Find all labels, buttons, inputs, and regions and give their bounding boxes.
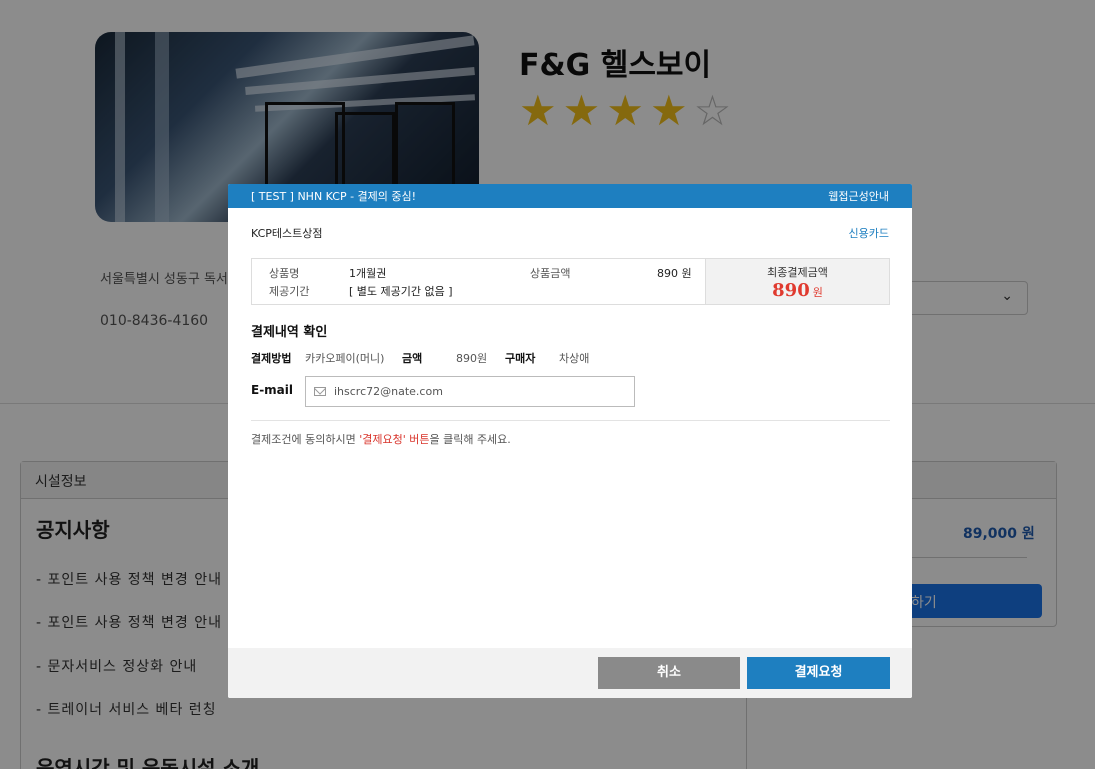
buyer-value: 차상애 <box>559 352 590 365</box>
section-title: 결제내역 확인 <box>251 325 328 340</box>
product-value: 1개월권 <box>349 267 387 280</box>
email-field[interactable] <box>305 376 635 407</box>
price-value: 890 원 <box>657 267 692 280</box>
agree-notice: 결제조건에 동의하시면 '결제요청' 버튼을 클릭해 주세요. <box>251 431 511 447</box>
merchant-name: KCP테스트상점 <box>251 227 323 240</box>
amount-label: 금액 <box>402 352 423 365</box>
accessibility-link[interactable]: 웹접근성안내 <box>828 188 889 204</box>
pay-request-button[interactable]: 결제요청 <box>747 657 890 689</box>
total-amount: 890 <box>772 280 810 301</box>
agree-prefix: 결제조건에 동의하시면 <box>251 433 360 446</box>
email-label: E-mail <box>251 383 294 397</box>
method-value: 카카오페이(머니) <box>305 352 385 365</box>
price-label: 상품금액 <box>530 267 571 280</box>
email-input[interactable] <box>334 385 624 398</box>
total-unit: 원 <box>812 286 823 299</box>
cancel-button[interactable]: 취소 <box>598 657 740 689</box>
order-summary: 상품명 1개월권 제공기간 [ 별도 제공기간 없음 ] 상품금액 890 원 … <box>251 258 890 305</box>
modal-title: [ TEST ] NHN KCP - 결제의 중심! <box>251 190 417 203</box>
agree-highlight: '결제요청' 버튼 <box>359 433 430 446</box>
mail-icon <box>314 387 326 396</box>
period-value: [ 별도 제공기간 없음 ] <box>349 285 453 298</box>
amount-value: 890원 <box>456 352 488 365</box>
modal-header: [ TEST ] NHN KCP - 결제의 중심! 웹접근성안내 <box>228 184 912 208</box>
agree-suffix: 을 클릭해 주세요. <box>429 433 511 446</box>
buyer-label: 구매자 <box>505 352 536 365</box>
period-label: 제공기간 <box>269 285 310 298</box>
method-label: 결제방법 <box>251 352 292 365</box>
total-box: 최종결제금액 890 원 <box>705 259 889 304</box>
modal-footer: 취소 결제요청 <box>228 648 912 698</box>
pay-type: 신용카드 <box>848 227 889 240</box>
modal-divider <box>251 420 890 421</box>
payment-modal: [ TEST ] NHN KCP - 결제의 중심! 웹접근성안내 KCP테스트… <box>228 184 912 698</box>
product-label: 상품명 <box>269 267 300 280</box>
total-label: 최종결제금액 <box>767 266 828 279</box>
